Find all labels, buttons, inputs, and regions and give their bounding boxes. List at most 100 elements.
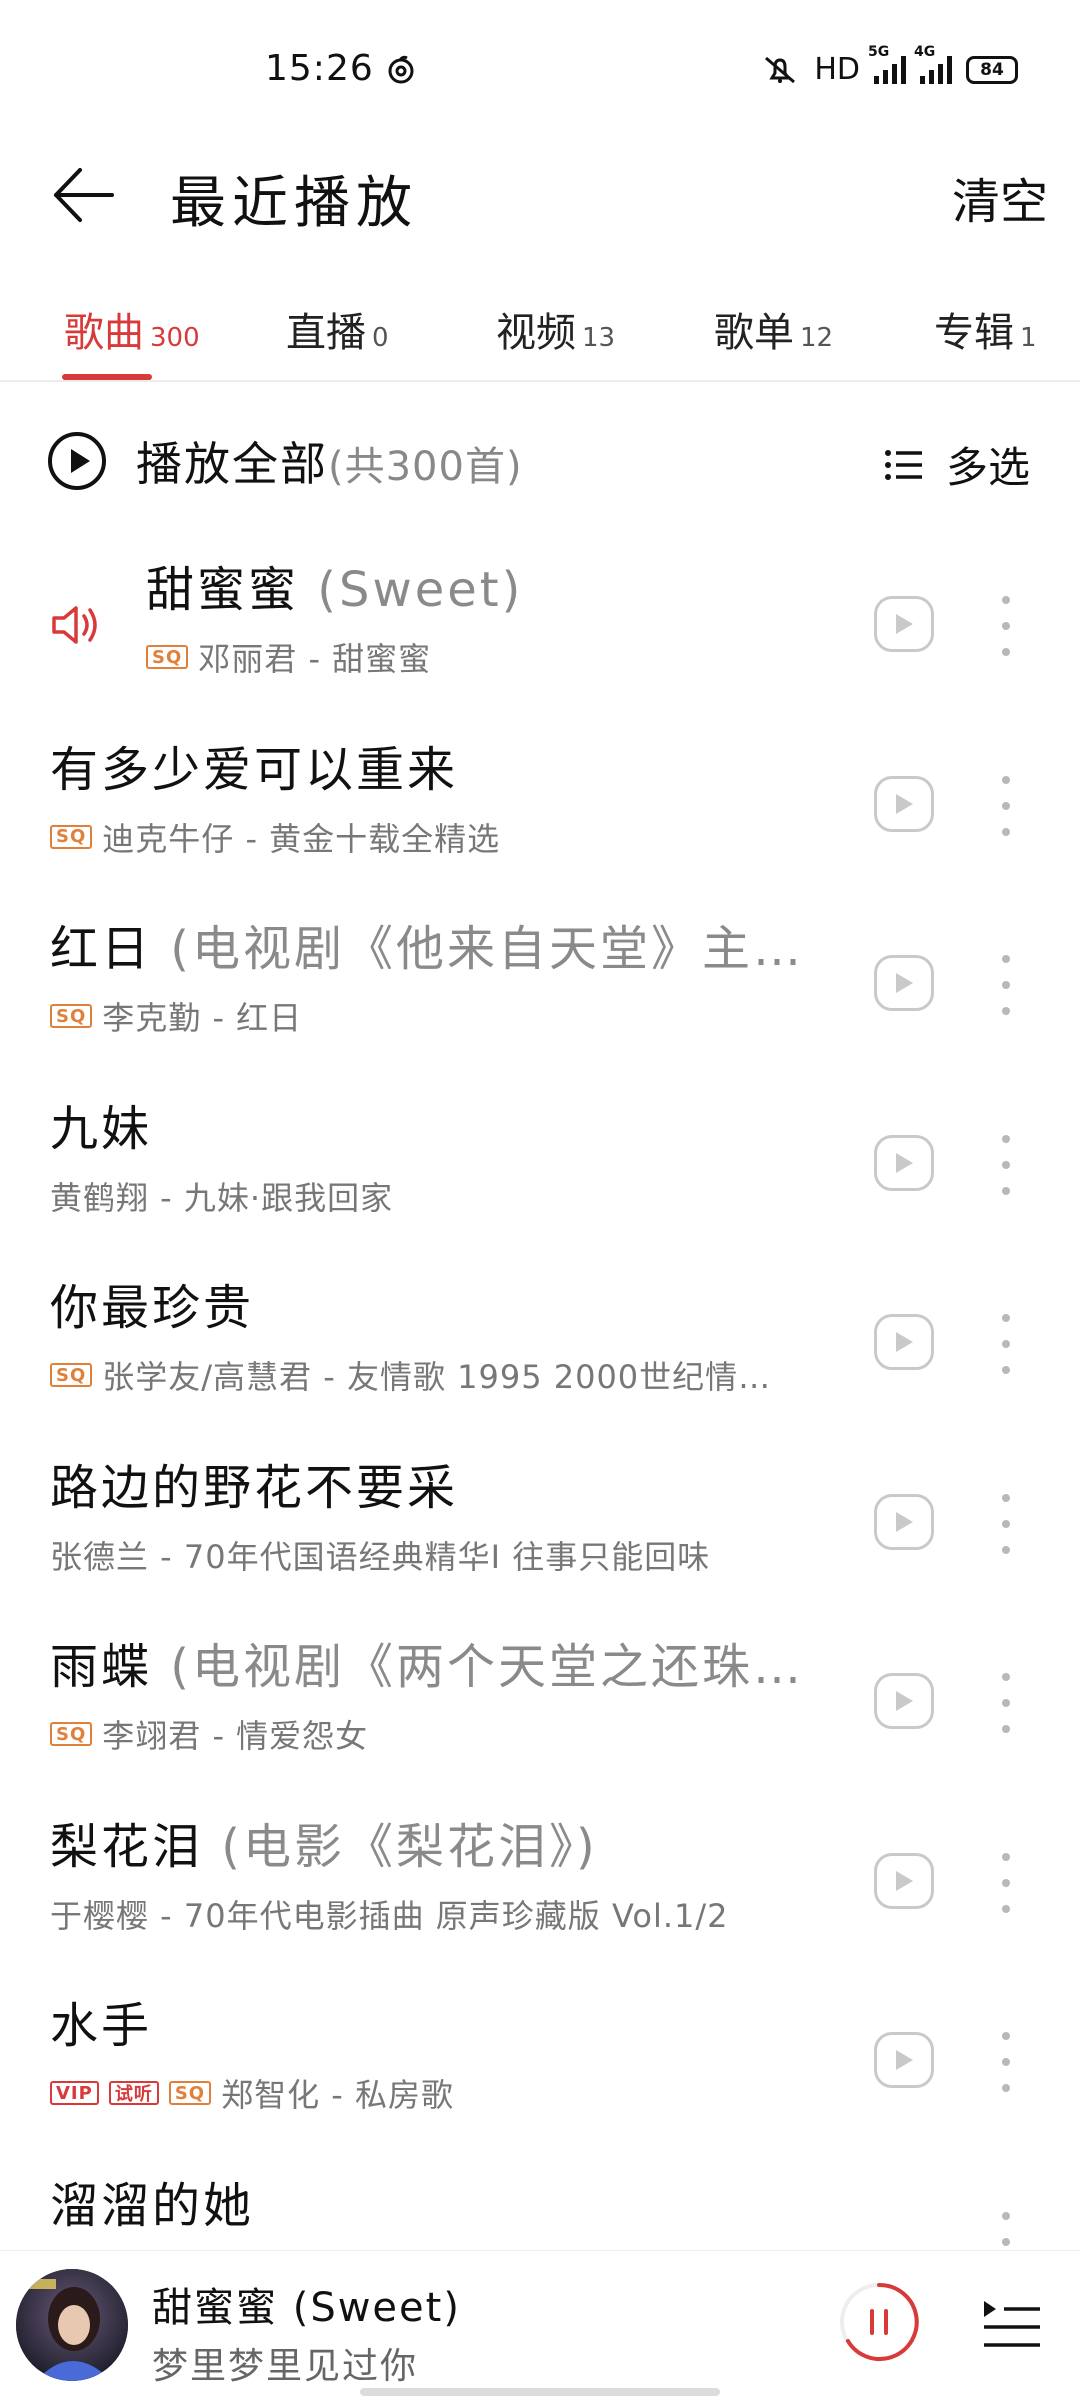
song-info[interactable]: 红日 (电视剧《他来自天堂》主… SQ 李克勤 - 红日 xyxy=(50,917,820,1039)
song-row[interactable]: 甜蜜蜜 (Sweet) SQ 邓丽君 - 甜蜜蜜 xyxy=(0,540,1080,720)
song-row[interactable]: 红日 (电视剧《他来自天堂》主… SQ 李克勤 - 红日 xyxy=(0,899,1080,1079)
song-title: 甜蜜蜜 (Sweet) xyxy=(146,562,524,618)
status-bar: 15:26 HD 5G 4G 84 xyxy=(0,0,1080,140)
play-video-button[interactable] xyxy=(874,2032,934,2088)
page-title: 最近播放 xyxy=(170,171,418,236)
more-options-icon[interactable] xyxy=(996,1852,1016,1913)
song-info[interactable]: 甜蜜蜜 (Sweet) SQ 邓丽君 - 甜蜜蜜 xyxy=(146,558,826,680)
play-video-button[interactable] xyxy=(874,596,934,652)
song-info[interactable]: 路边的野花不要采张德兰 - 70年代国语经典精华I 往事只能回味 xyxy=(50,1456,820,1578)
album-cover[interactable] xyxy=(16,2269,128,2381)
more-options-icon[interactable] xyxy=(996,2032,1016,2092)
netease-music-icon xyxy=(388,55,414,84)
play-video-button[interactable] xyxy=(874,955,934,1011)
play-icon xyxy=(896,973,913,993)
song-info[interactable]: 有多少爱可以重来 SQ 迪克牛仔 - 黄金十载全精选 xyxy=(50,738,820,860)
song-title: 梨花泪 (电影《梨花泪》) xyxy=(50,1818,598,1875)
artist-album: 邓丽君 - 甜蜜蜜 xyxy=(198,640,432,678)
more-options-icon[interactable] xyxy=(996,1493,1016,1554)
play-video-button[interactable] xyxy=(874,1852,934,1909)
song-title-extra: (电影《梨花泪》) xyxy=(203,1818,598,1875)
play-icon xyxy=(896,614,913,634)
artist-album: 张学友/高慧君 - 友情歌 1995 2000世纪情… xyxy=(102,1358,772,1396)
song-title: 九妹 xyxy=(50,1100,153,1157)
play-video-button[interactable] xyxy=(874,1134,934,1191)
song-info[interactable]: 九妹黄鹤翔 - 九妹·跟我回家 xyxy=(50,1097,820,1219)
mini-player[interactable]: 甜蜜蜜 (Sweet) 梦里梦里见过你 xyxy=(0,2250,1080,2400)
sq-badge: SQ xyxy=(146,645,189,669)
sq-badge: SQ xyxy=(50,824,93,849)
more-options-icon[interactable] xyxy=(996,1134,1016,1195)
speaker-playing-icon xyxy=(52,606,97,644)
song-title-extra: (Sweet) xyxy=(299,562,524,618)
more-options-icon[interactable] xyxy=(996,596,1016,656)
status-right: HD 5G 4G 84 xyxy=(760,44,1018,87)
song-title: 红日 (电视剧《他来自天堂》主… xyxy=(50,921,805,977)
tab-songs[interactable]: 歌曲 300 xyxy=(64,300,200,358)
song-row[interactable]: 有多少爱可以重来 SQ 迪克牛仔 - 黄金十载全精选 xyxy=(0,720,1080,900)
play-video-button[interactable] xyxy=(874,1314,934,1370)
category-tabs: 歌曲 300 直播 0 视频 13 歌单 12 专辑 1 xyxy=(0,290,1080,382)
tab-playlists[interactable]: 歌单 12 xyxy=(714,300,833,358)
tab-live[interactable]: 直播 0 xyxy=(286,300,389,358)
song-info[interactable]: 你最珍贵 SQ 张学友/高慧君 - 友情歌 1995 2000世纪情… xyxy=(50,1276,820,1398)
playlist-queue-icon[interactable] xyxy=(980,2295,1044,2355)
play-icon xyxy=(896,793,913,814)
battery-icon: 84 xyxy=(966,55,1018,84)
song-meta: VIP 试听 SQ 郑智化 - 私房歌 xyxy=(50,2070,820,2116)
song-row[interactable]: 雨蝶 (电视剧《两个天堂之还珠… SQ 李翊君 - 情爱怨女 xyxy=(0,1617,1080,1797)
song-row[interactable]: 你最珍贵 SQ 张学友/高慧君 - 友情歌 1995 2000世纪情… xyxy=(0,1258,1080,1438)
now-playing-title: 甜蜜蜜 (Sweet) xyxy=(152,2285,461,2331)
bell-muted-icon xyxy=(765,56,796,83)
song-info[interactable]: 水手 VIP 试听 SQ 郑智化 - 私房歌 xyxy=(50,1994,820,2116)
song-row[interactable]: 路边的野花不要采张德兰 - 70年代国语经典精华I 往事只能回味 xyxy=(0,1438,1080,1618)
song-meta: 张德兰 - 70年代国语经典精华I 往事只能回味 xyxy=(50,1532,820,1578)
more-options-icon[interactable] xyxy=(996,775,1016,836)
play-icon xyxy=(896,1511,913,1532)
song-title: 有多少爱可以重来 xyxy=(50,741,459,798)
more-options-icon[interactable] xyxy=(996,1673,1016,1733)
song-row[interactable]: 梨花泪 (电影《梨花泪》) 于樱樱 - 70年代电影插曲 原声珍藏版 Vol.1/… xyxy=(0,1797,1080,1977)
song-meta: SQ 邓丽君 - 甜蜜蜜 xyxy=(146,634,826,680)
clear-button[interactable]: 清空 xyxy=(952,162,1048,232)
song-title: 雨蝶 (电视剧《两个天堂之还珠… xyxy=(50,1639,805,1695)
artist-album: 李翊君 - 情爱怨女 xyxy=(102,1717,369,1755)
home-indicator[interactable] xyxy=(360,2388,720,2396)
back-arrow-icon[interactable] xyxy=(48,160,118,230)
pause-button-icon[interactable] xyxy=(838,2281,920,2363)
play-video-button[interactable] xyxy=(874,1493,934,1550)
song-info[interactable]: 梨花泪 (电影《梨花泪》) 于樱樱 - 70年代电影插曲 原声珍藏版 Vol.1/… xyxy=(50,1815,820,1937)
play-video-button[interactable] xyxy=(874,1673,934,1729)
hd-label: HD xyxy=(814,52,860,87)
song-meta: SQ 迪克牛仔 - 黄金十载全精选 xyxy=(50,814,820,860)
play-all-bar[interactable]: 播放全部(共300首) 多选 xyxy=(0,420,1080,500)
song-info[interactable]: 溜溜的她 xyxy=(50,2174,820,2238)
more-options-icon[interactable] xyxy=(996,955,1016,1015)
artist-album: 黄鹤翔 - 九妹·跟我回家 xyxy=(50,1178,394,1217)
song-meta: SQ 李克勤 - 红日 xyxy=(50,993,820,1039)
song-meta: SQ 张学友/高慧君 - 友情歌 1995 2000世纪情… xyxy=(50,1352,820,1398)
active-tab-indicator xyxy=(62,374,152,380)
song-list: 甜蜜蜜 (Sweet) SQ 邓丽君 - 甜蜜蜜有多少爱可以重来 SQ 迪克牛仔 - 黄… xyxy=(0,540,1080,2272)
page-header: 最近播放 清空 xyxy=(0,140,1080,250)
song-row[interactable]: 水手 VIP 试听 SQ 郑智化 - 私房歌 xyxy=(0,1976,1080,2156)
multi-select-button[interactable]: 多选 xyxy=(884,434,1030,495)
now-playing-lyric: 梦里梦里见过你 xyxy=(152,2346,419,2387)
more-options-icon[interactable] xyxy=(996,1314,1016,1374)
signal-4g-icon: 4G xyxy=(914,44,952,84)
song-title-extra: (电视剧《两个天堂之还珠… xyxy=(152,1639,805,1695)
play-all-label[interactable]: 播放全部(共300首) xyxy=(136,428,523,494)
song-row[interactable]: 九妹黄鹤翔 - 九妹·跟我回家 xyxy=(0,1079,1080,1259)
play-video-button[interactable] xyxy=(874,775,934,832)
artist-album: 于樱樱 - 70年代电影插曲 原声珍藏版 Vol.1/2 xyxy=(50,1896,729,1935)
sq-badge: SQ xyxy=(50,1363,93,1387)
song-row[interactable]: 溜溜的她 xyxy=(0,2156,1080,2272)
play-circle-icon[interactable] xyxy=(46,430,108,492)
sq-badge: SQ xyxy=(168,2081,212,2105)
tab-videos[interactable]: 视频 13 xyxy=(496,300,615,358)
song-info[interactable]: 雨蝶 (电视剧《两个天堂之还珠… SQ 李翊君 - 情爱怨女 xyxy=(50,1635,820,1757)
song-meta: 于樱樱 - 70年代电影插曲 原声珍藏版 Vol.1/2 xyxy=(50,1891,820,1937)
song-title: 路边的野花不要采 xyxy=(50,1459,459,1516)
sq-badge: SQ xyxy=(50,1004,93,1028)
tab-albums[interactable]: 专辑 1 xyxy=(934,300,1037,358)
